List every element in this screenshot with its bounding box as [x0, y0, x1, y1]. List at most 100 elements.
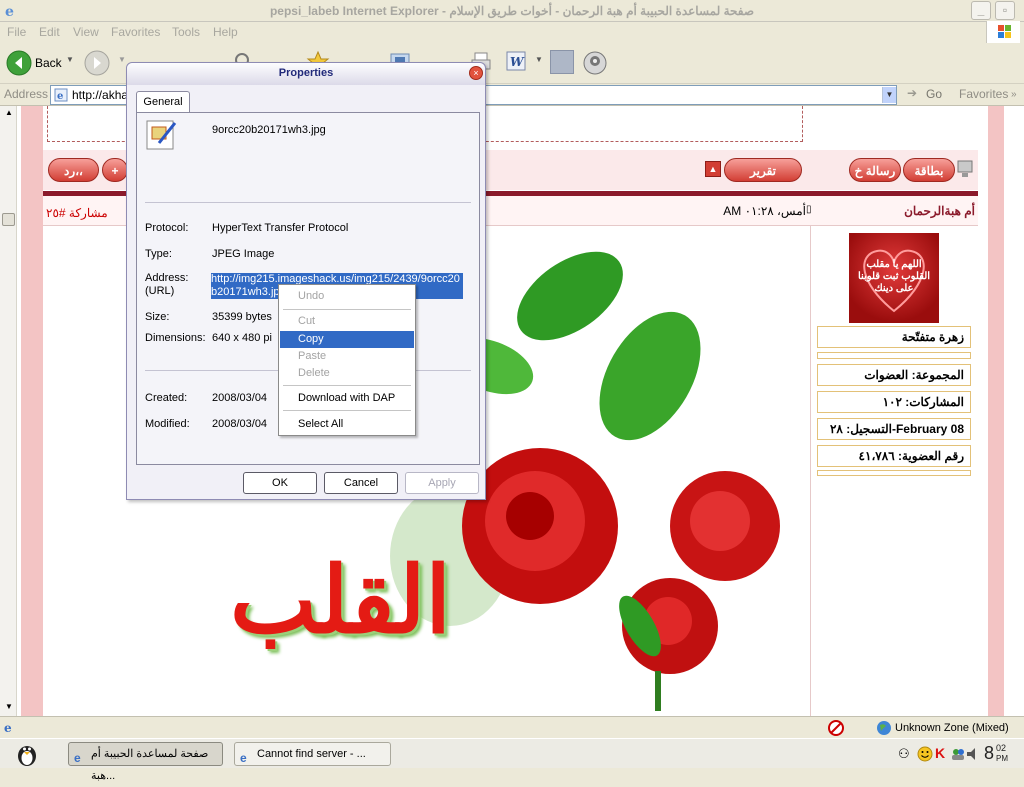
forward-icon[interactable] — [84, 50, 110, 76]
scroll-up-icon[interactable]: ▲ — [5, 108, 13, 117]
profile-bottom-spacer — [817, 470, 971, 476]
messenger-tray-icon[interactable] — [950, 746, 966, 762]
menu-item-cut[interactable]: Cut — [280, 313, 414, 330]
restore-button[interactable]: ▫ — [995, 1, 1015, 20]
apply-button[interactable]: Apply — [405, 472, 479, 494]
scroll-thumb[interactable] — [2, 213, 15, 226]
task-ie-icon: e — [240, 751, 247, 765]
close-icon[interactable]: × — [469, 66, 483, 80]
menu-separator — [283, 410, 411, 411]
svg-text:W: W — [510, 55, 525, 69]
minimize-button[interactable]: _ — [971, 1, 991, 20]
task-ie-icon: e — [74, 751, 81, 765]
start-penguin-icon[interactable] — [14, 741, 40, 767]
separator-1 — [145, 202, 471, 203]
created-value: 2008/03/04 — [212, 392, 268, 404]
online-status-icon — [956, 159, 976, 181]
security-zone: Unknown Zone (Mixed) — [895, 722, 1009, 734]
post-author[interactable]: أم هبةالرحمان — [878, 204, 975, 218]
menu-item-undo[interactable]: Undo — [280, 288, 414, 305]
taskbar: e صفحة لمساعدة الحبيبة أم هبة... e Canno… — [0, 738, 1024, 782]
messenger-icon[interactable] — [582, 50, 608, 76]
back-button-label[interactable]: Back — [35, 56, 62, 70]
dialog-titlebar: Properties × — [127, 63, 485, 85]
forward-dropdown-icon[interactable]: ▼ — [118, 55, 126, 64]
jpeg-file-icon — [145, 119, 177, 151]
clock-minute: 02 — [996, 743, 1007, 753]
post-column-divider — [810, 226, 811, 716]
post-number[interactable]: مشاركة #٢٥ — [46, 206, 108, 220]
size-value: 35399 bytes — [212, 311, 272, 323]
menu-help[interactable]: Help — [213, 25, 238, 39]
title-bar: e pepsi_labeb Internet Explorer - صفحة ل… — [0, 0, 1024, 22]
menu-view[interactable]: View — [73, 25, 99, 39]
taskbar-item-forum[interactable]: e صفحة لمساعدة الحبيبة أم هبة... — [68, 742, 223, 782]
volume-icon[interactable] — [966, 746, 980, 762]
go-button[interactable]: Go — [926, 87, 942, 101]
dimensions-label: Dimensions: — [145, 332, 206, 344]
card-button[interactable]: بطاقة — [903, 158, 955, 182]
ok-button[interactable]: OK — [243, 472, 317, 494]
page-icon: e — [54, 88, 68, 102]
windows-logo-icon — [986, 21, 1020, 43]
right-border-strip — [988, 106, 1004, 716]
type-value: JPEG Image — [212, 248, 275, 260]
menu-separator — [283, 385, 411, 386]
globe-icon — [876, 720, 892, 736]
image-calligraphy: القلب — [230, 546, 451, 654]
created-label: Created: — [145, 392, 188, 404]
smiley-tray-icon[interactable] — [917, 746, 933, 762]
tab-general[interactable]: General — [136, 91, 190, 113]
address-label: Address: (URL) — [145, 272, 189, 297]
window-title: pepsi_labeb Internet Explorer - صفحة لمس… — [269, 4, 755, 18]
scrollbar[interactable]: ▲ ▼ — [0, 106, 17, 716]
cancel-button[interactable]: Cancel — [324, 472, 398, 494]
quote-button[interactable]: + — [102, 158, 128, 182]
ie-status-icon: e — [3, 720, 17, 735]
clock-hour: 8 — [984, 743, 995, 763]
menu-item-copy[interactable]: Copy — [280, 331, 414, 348]
antivirus-icon[interactable]: K — [935, 745, 945, 761]
address-dropdown-icon[interactable]: ▼ — [882, 87, 896, 103]
menu-item-download-with-dap[interactable]: Download with DAP — [280, 390, 414, 407]
back-icon[interactable] — [6, 50, 32, 76]
report-up-icon[interactable]: ▲ — [705, 161, 721, 177]
pm-button[interactable]: رسالة خ — [849, 158, 901, 182]
taskbar-item-error[interactable]: e Cannot find server - ... — [234, 742, 391, 766]
menu-edit[interactable]: Edit — [39, 25, 60, 39]
report-button[interactable]: تقرير — [724, 158, 802, 182]
scroll-down-icon[interactable]: ▼ — [5, 702, 13, 711]
svg-text:e: e — [57, 91, 63, 102]
favorites-link[interactable]: Favorites — [959, 87, 1008, 101]
menu-item-select-all[interactable]: Select All — [280, 416, 414, 433]
word-edit-icon[interactable]: W — [506, 51, 526, 71]
user-group: المجموعة: العضوات — [817, 364, 971, 386]
dialog-title: Properties — [278, 67, 334, 79]
avatar-text: اللهم يا مقلب القلوب ثبت قلوبنا على دينك — [857, 259, 931, 294]
menu-bar: File Edit View Favorites Tools Help — [0, 21, 1024, 43]
network-icon[interactable]: ⚇ — [898, 746, 914, 762]
type-label: Type: — [145, 248, 172, 260]
profile-spacer — [817, 352, 971, 359]
left-border-strip — [21, 106, 43, 716]
go-arrow-icon[interactable]: ➔ — [907, 86, 917, 100]
address-label: Address — [4, 87, 49, 101]
popup-blocked-icon[interactable] — [828, 720, 844, 736]
menu-item-paste[interactable]: Paste — [280, 348, 414, 365]
user-join-date: التسجيل: ٢٨-February 08 — [817, 418, 971, 440]
svg-text:e: e — [4, 721, 12, 734]
user-member-id: رقم العضوية: ٤١،٧٨٦ — [817, 445, 971, 467]
menu-file[interactable]: File — [7, 25, 26, 39]
links-chevron-icon[interactable]: » — [1011, 89, 1017, 100]
avatar: اللهم يا مقلب القلوب ثبت قلوبنا على دينك — [849, 233, 939, 323]
menu-favorites[interactable]: Favorites — [111, 25, 160, 39]
menu-tools[interactable]: Tools — [172, 25, 200, 39]
file-name: 9orcc20b20171wh3.jpg — [212, 124, 326, 136]
reply-button[interactable]: رد،، — [48, 158, 99, 182]
address-value: http://akha — [72, 88, 129, 102]
back-dropdown-icon[interactable]: ▼ — [66, 55, 74, 64]
edit-dropdown-icon[interactable]: ▼ — [535, 55, 543, 64]
discuss-icon[interactable] — [550, 50, 574, 74]
menu-item-delete[interactable]: Delete — [280, 365, 414, 382]
taskbar-item-label: Cannot find server - ... — [257, 748, 366, 760]
